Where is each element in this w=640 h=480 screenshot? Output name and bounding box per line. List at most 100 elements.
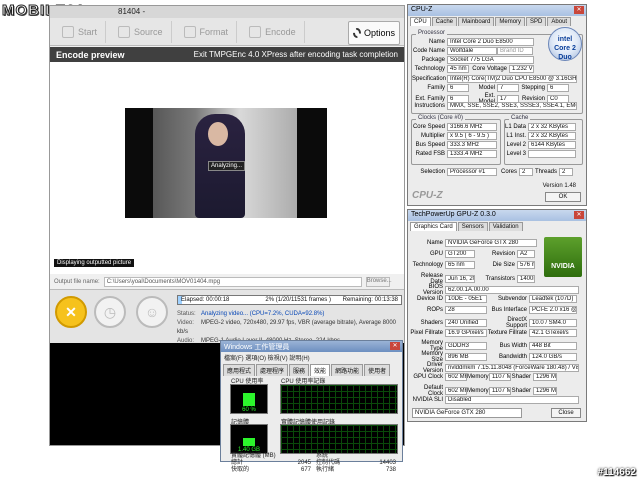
gpuz-row: Memory Type GDDR3 Bus Width 448 Bit [410, 340, 577, 352]
status-value: Analyzing video... [201, 311, 249, 317]
gpuz-row-label: Shader [511, 374, 531, 381]
processor-select[interactable]: Processor #1 [447, 168, 497, 176]
stat-row: 執行緒 738 [316, 467, 396, 474]
gpuz-row-value: 1296 MHz [533, 373, 557, 382]
shutdown-button[interactable]: ☺ [136, 296, 168, 328]
gpuz-row-value: nvlddmkm 7.15.11.8048 (ForceWare 180.48)… [445, 364, 579, 373]
stat-row: 控制代碼 14403 [316, 460, 396, 467]
gpuz-row-label: ROPs [426, 307, 443, 314]
gpuz-row: Pixel Fillrate 16.9 GPixel/s Texture Fillr… [410, 328, 577, 337]
cpuz-tab-memory[interactable]: Memory [495, 17, 526, 26]
format-button[interactable]: Format [176, 20, 238, 43]
gpuz-row-label: Name [426, 240, 443, 246]
cpu-usage-fill [243, 392, 255, 406]
gpuz-row-label: Shader [511, 387, 531, 394]
gpuz-row-label: Driver Version [422, 362, 443, 375]
cpuz-tab-spd[interactable]: SPD [526, 17, 547, 26]
user-icon: ☺ [144, 304, 160, 320]
cpuz-tab-cache[interactable]: Cache [431, 17, 458, 26]
gpuz-row: Default Clock602 MHzMemory1107 MHzShader… [410, 385, 557, 397]
gpuz-row-label: Shaders [420, 320, 443, 327]
source-icon [118, 25, 131, 38]
close-icon[interactable]: ✕ [390, 342, 400, 350]
output-file-label: Output file name: [54, 279, 100, 285]
gpu-select[interactable]: NVIDIA GeForce GTX 280 [412, 408, 522, 418]
taskmgr-tab-5[interactable]: 使用者 [364, 364, 391, 376]
gpuz-row-value: 124.0 GB/s [529, 353, 577, 361]
taskmgr-tab-4[interactable]: 網路功能 [331, 364, 364, 376]
close-icon[interactable]: ✕ [574, 6, 584, 14]
taskmgr-tab-1[interactable]: 處理程序 [256, 364, 289, 376]
gpuz-row-label: Memory [467, 374, 489, 381]
gpuz-row-value: Leadtek (107D) [529, 295, 577, 303]
cancel-encode-button[interactable]: ✕ [55, 296, 87, 328]
gpuz-row-value: 42.1 GTexel/s [529, 328, 577, 337]
format-icon [183, 25, 196, 38]
ok-button[interactable]: OK [545, 192, 581, 202]
core-speed: 3166.6 MHz [447, 123, 497, 131]
stat-label: 快取的 [231, 467, 250, 473]
preview-area: Analyzing... Displaying outputted pictur… [50, 62, 404, 274]
taskmgr-tab-0[interactable]: 應用程式 [223, 364, 256, 376]
rated-fsb: 1333.4 MHz [447, 150, 497, 158]
gpuz-row-value: 10DE - 05E1 [445, 295, 487, 303]
gpuz-row-value: GDDR3 [445, 341, 487, 350]
gpuz-row-label: Default Clock [423, 384, 443, 397]
gpuz-row-value: NVIDIA GeForce GTX 280 [445, 239, 537, 247]
cpuz-tab-mainboard[interactable]: Mainboard [458, 17, 495, 26]
task-manager-menu[interactable]: 檔案(F) 選項(O) 檢視(V) 說明(H) [221, 352, 402, 363]
gpuz-window: TechPowerUp GPU-Z 0.3.0 ✕ Graphics Card Se… [407, 209, 587, 422]
task-manager-title: Windows 工作管理員 ✕ [221, 341, 402, 352]
gpuz-row-label: NVIDIA SLI [412, 396, 443, 403]
elapsed-time: Elapsed: 00:00:18 [181, 297, 230, 303]
gpuz-row-value: 602 MHz [445, 386, 467, 395]
gpuz-row-value: 62.00.1A.00.00 [445, 285, 579, 294]
gpuz-row-label: GPU Clock [413, 374, 443, 381]
bus-speed: 333.3 MHz [447, 141, 497, 149]
taskmgr-tab-3[interactable]: 效能 [310, 364, 331, 376]
close-icon[interactable]: ✕ [574, 211, 584, 219]
stat-label: 執行緒 [316, 467, 335, 473]
source-button[interactable]: Source [110, 20, 172, 43]
stat-value: 2045 [297, 460, 311, 466]
gpuz-tab-2[interactable]: Validation [488, 222, 523, 231]
task-manager-window: Windows 工作管理員 ✕ 檔案(F) 選項(O) 檢視(V) 說明(H) 應… [220, 340, 403, 473]
stat-label: 總計 [231, 460, 244, 466]
gpuz-row: GPU GT200 Revision A2 [410, 250, 535, 259]
gpuz-row-value: 1296 MHz [533, 386, 557, 395]
gpuz-tab-1[interactable]: Sensors [457, 222, 488, 231]
gpuz-row-value: Jun 16, 2008 [445, 274, 475, 283]
start-button[interactable]: Start [54, 20, 107, 43]
stat-value: 14403 [379, 460, 396, 466]
options-button[interactable]: Options [348, 21, 400, 45]
gpuz-row-label: Release Date [420, 272, 443, 285]
core-voltage: 1.232 V [509, 65, 534, 73]
gpuz-row-label: Memory Size [421, 351, 443, 363]
gpuz-row: GPU Clock602 MHzMemory1107 MHzShader1296… [410, 373, 557, 382]
gpuz-tab-0[interactable]: Graphics Card [410, 222, 457, 231]
cpuz-tab-about[interactable]: About [547, 17, 572, 26]
close-button[interactable]: Close [551, 408, 581, 418]
gpuz-row: Release DateJun 16, 2008 Transistors1400M [410, 273, 535, 285]
gpuz-row-label: Subvendor [497, 296, 527, 302]
pause-button[interactable]: ◷ [94, 296, 126, 328]
gpuz-row-value: 28 [445, 306, 487, 315]
encode-control-panel: ✕ ◷ ☺ Elapsed: 00:00:18 2% (1/20/11531 f… [50, 289, 404, 344]
gpuz-row-value: 16.9 GPixel/s [445, 328, 487, 337]
exit-after-encode-option[interactable]: Exit TMPGEnc 4.0 XPress after encoding t… [194, 50, 398, 59]
gpuz-row-value: 10.0 / SM4.0 [529, 319, 577, 328]
taskmgr-tab-2[interactable]: 服務 [289, 364, 310, 376]
intel-logo: intel Core 2 Duo [548, 27, 582, 61]
gpuz-row-label: Revision [491, 251, 515, 258]
encode-icon [249, 25, 262, 38]
gpuz-row-label: Transistors [485, 275, 515, 282]
output-file-input[interactable]: C:\Users\yoal\Documents\MOV01404.mpg [103, 277, 362, 287]
multiplier: x 9.5 ( 6 - 9.5 ) [447, 132, 497, 140]
gpuz-row: ROPs28 Bus InterfacePCI-E 2.0 x16 @ x16 2… [410, 306, 577, 315]
cpuz-tab-cpu[interactable]: CPU [410, 17, 431, 26]
gpuz-row-label: Bus Interface [491, 307, 527, 314]
encode-button[interactable]: Encode [241, 20, 305, 43]
gpuz-row: Technology65 nm Die Size576 mm² [410, 261, 535, 270]
gpuz-row: BIOS Version 62.00.1A.00.00 [410, 284, 579, 296]
browse-button[interactable]: Browse... [365, 277, 392, 287]
